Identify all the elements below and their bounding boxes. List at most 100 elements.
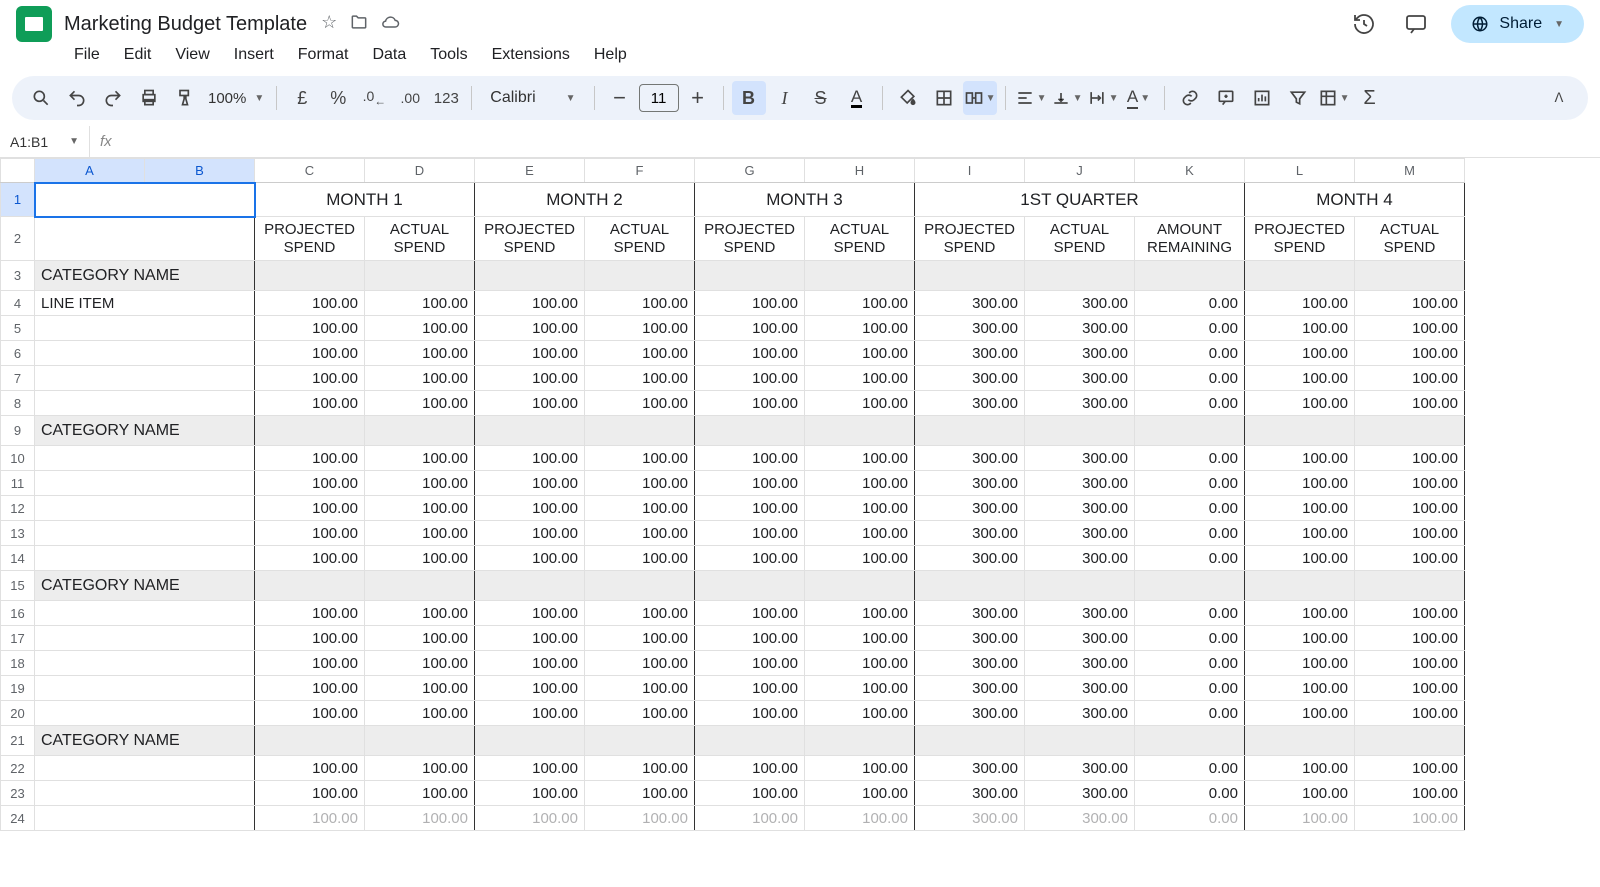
cell-L13[interactable]: 100.00 bbox=[1245, 521, 1355, 546]
cell-A1[interactable] bbox=[35, 183, 255, 217]
cell-J16[interactable]: 300.00 bbox=[1025, 601, 1135, 626]
more-formats-icon[interactable]: 123 bbox=[429, 81, 463, 115]
col-header-I[interactable]: I bbox=[915, 159, 1025, 183]
cell-M24[interactable]: 100.00 bbox=[1355, 806, 1465, 831]
cell-G21[interactable] bbox=[695, 726, 805, 756]
share-button[interactable]: Share ▼ bbox=[1451, 5, 1584, 43]
cell-F13[interactable]: 100.00 bbox=[585, 521, 695, 546]
cell-F22[interactable]: 100.00 bbox=[585, 756, 695, 781]
cell-A23[interactable] bbox=[35, 781, 255, 806]
doc-title[interactable]: Marketing Budget Template bbox=[64, 13, 307, 36]
cell-H12[interactable]: 100.00 bbox=[805, 496, 915, 521]
cell-C11[interactable]: 100.00 bbox=[255, 471, 365, 496]
italic-icon[interactable]: I bbox=[768, 81, 802, 115]
borders-icon[interactable] bbox=[927, 81, 961, 115]
cell-C23[interactable]: 100.00 bbox=[255, 781, 365, 806]
cell-A7[interactable] bbox=[35, 366, 255, 391]
cell-K6[interactable]: 0.00 bbox=[1135, 341, 1245, 366]
cell-E14[interactable]: 100.00 bbox=[475, 546, 585, 571]
cell-J3[interactable] bbox=[1025, 261, 1135, 291]
cell-M22[interactable]: 100.00 bbox=[1355, 756, 1465, 781]
cell-L7[interactable]: 100.00 bbox=[1245, 366, 1355, 391]
text-color-icon[interactable]: A bbox=[840, 81, 874, 115]
header-sub-6[interactable]: PROJECTEDSPEND bbox=[915, 217, 1025, 261]
col-header-A[interactable]: A bbox=[35, 159, 145, 183]
search-icon[interactable] bbox=[24, 81, 58, 115]
formula-input[interactable] bbox=[122, 126, 1600, 157]
cell-D8[interactable]: 100.00 bbox=[365, 391, 475, 416]
cell-C8[interactable]: 100.00 bbox=[255, 391, 365, 416]
header-sub-7[interactable]: ACTUALSPEND bbox=[1025, 217, 1135, 261]
col-header-B[interactable]: B bbox=[145, 159, 255, 183]
cell-D24[interactable]: 100.00 bbox=[365, 806, 475, 831]
cell-I19[interactable]: 300.00 bbox=[915, 676, 1025, 701]
category-label-9[interactable]: CATEGORY NAME bbox=[35, 416, 255, 446]
cell-I15[interactable] bbox=[915, 571, 1025, 601]
cell-F6[interactable]: 100.00 bbox=[585, 341, 695, 366]
cell-A6[interactable] bbox=[35, 341, 255, 366]
cell-C12[interactable]: 100.00 bbox=[255, 496, 365, 521]
cell-L19[interactable]: 100.00 bbox=[1245, 676, 1355, 701]
row-header-16[interactable]: 16 bbox=[1, 601, 35, 626]
category-label-3[interactable]: CATEGORY NAME bbox=[35, 261, 255, 291]
cell-H11[interactable]: 100.00 bbox=[805, 471, 915, 496]
cell-E15[interactable] bbox=[475, 571, 585, 601]
cell-A5[interactable] bbox=[35, 316, 255, 341]
cell-F15[interactable] bbox=[585, 571, 695, 601]
cell-I20[interactable]: 300.00 bbox=[915, 701, 1025, 726]
cell-D3[interactable] bbox=[365, 261, 475, 291]
row-header-22[interactable]: 22 bbox=[1, 756, 35, 781]
cell-K13[interactable]: 0.00 bbox=[1135, 521, 1245, 546]
cell-I16[interactable]: 300.00 bbox=[915, 601, 1025, 626]
col-header-G[interactable]: G bbox=[695, 159, 805, 183]
cell-J12[interactable]: 300.00 bbox=[1025, 496, 1135, 521]
cell-L24[interactable]: 100.00 bbox=[1245, 806, 1355, 831]
row-header-3[interactable]: 3 bbox=[1, 261, 35, 291]
row-header-19[interactable]: 19 bbox=[1, 676, 35, 701]
cell-F23[interactable]: 100.00 bbox=[585, 781, 695, 806]
menu-insert[interactable]: Insert bbox=[224, 42, 284, 68]
cell-K19[interactable]: 0.00 bbox=[1135, 676, 1245, 701]
cell-I23[interactable]: 300.00 bbox=[915, 781, 1025, 806]
cell-K20[interactable]: 0.00 bbox=[1135, 701, 1245, 726]
cell-H23[interactable]: 100.00 bbox=[805, 781, 915, 806]
header-group-2[interactable]: MONTH 3 bbox=[695, 183, 915, 217]
cell-K18[interactable]: 0.00 bbox=[1135, 651, 1245, 676]
cell-J14[interactable]: 300.00 bbox=[1025, 546, 1135, 571]
move-icon[interactable] bbox=[349, 12, 369, 37]
cell-K9[interactable] bbox=[1135, 416, 1245, 446]
cell-A19[interactable] bbox=[35, 676, 255, 701]
cell-K14[interactable]: 0.00 bbox=[1135, 546, 1245, 571]
cell-D17[interactable]: 100.00 bbox=[365, 626, 475, 651]
cell-D16[interactable]: 100.00 bbox=[365, 601, 475, 626]
cell-L14[interactable]: 100.00 bbox=[1245, 546, 1355, 571]
header-sub-5[interactable]: ACTUALSPEND bbox=[805, 217, 915, 261]
cell-H19[interactable]: 100.00 bbox=[805, 676, 915, 701]
cell-E3[interactable] bbox=[475, 261, 585, 291]
row-header-8[interactable]: 8 bbox=[1, 391, 35, 416]
cell-I14[interactable]: 300.00 bbox=[915, 546, 1025, 571]
cell-M20[interactable]: 100.00 bbox=[1355, 701, 1465, 726]
cell-A20[interactable] bbox=[35, 701, 255, 726]
cell-F10[interactable]: 100.00 bbox=[585, 446, 695, 471]
menu-help[interactable]: Help bbox=[584, 42, 637, 68]
cell-J21[interactable] bbox=[1025, 726, 1135, 756]
header-sub-3[interactable]: ACTUALSPEND bbox=[585, 217, 695, 261]
cell-A22[interactable] bbox=[35, 756, 255, 781]
cell-C3[interactable] bbox=[255, 261, 365, 291]
row-header-4[interactable]: 4 bbox=[1, 291, 35, 316]
header-group-3[interactable]: 1ST QUARTER bbox=[915, 183, 1245, 217]
cell-J18[interactable]: 300.00 bbox=[1025, 651, 1135, 676]
cell-E9[interactable] bbox=[475, 416, 585, 446]
cell-G7[interactable]: 100.00 bbox=[695, 366, 805, 391]
halign-icon[interactable]: ▼ bbox=[1014, 81, 1048, 115]
cell-C16[interactable]: 100.00 bbox=[255, 601, 365, 626]
cell-M9[interactable] bbox=[1355, 416, 1465, 446]
col-header-J[interactable]: J bbox=[1025, 159, 1135, 183]
cell-D10[interactable]: 100.00 bbox=[365, 446, 475, 471]
row-header-23[interactable]: 23 bbox=[1, 781, 35, 806]
rotate-icon[interactable]: A▼ bbox=[1122, 81, 1156, 115]
cell-K11[interactable]: 0.00 bbox=[1135, 471, 1245, 496]
cell-L20[interactable]: 100.00 bbox=[1245, 701, 1355, 726]
cell-F9[interactable] bbox=[585, 416, 695, 446]
